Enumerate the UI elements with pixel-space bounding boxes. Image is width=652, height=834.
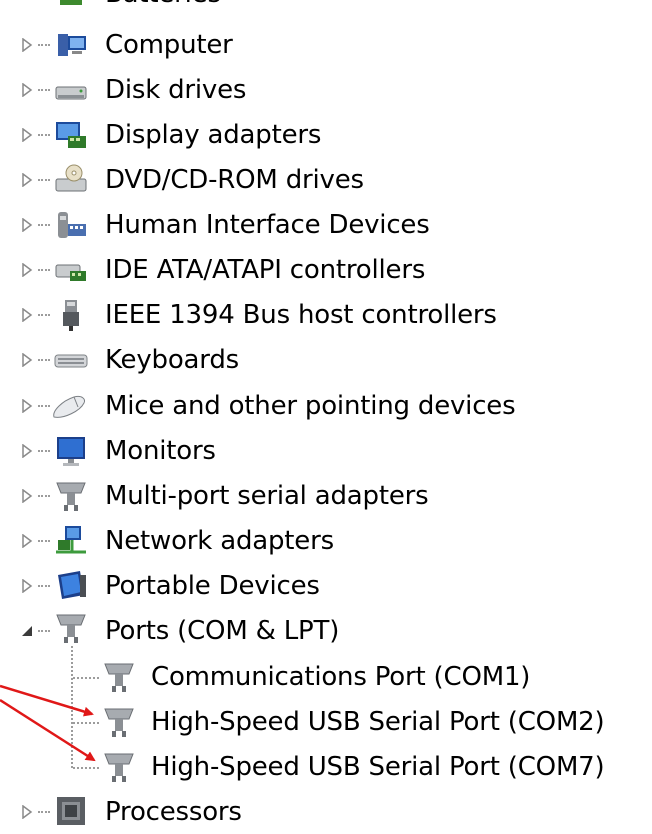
tree-item-dvd-cd-rom-drives[interactable]: DVD/CD-ROM drives	[0, 158, 400, 202]
tree-item-network-adapters[interactable]: Network adapters	[0, 519, 420, 563]
tree-connector	[73, 677, 99, 679]
tree-item-ieee-1394-bus-host-controllers[interactable]: IEEE 1394 Bus host controllers	[0, 293, 520, 337]
tree-connector	[38, 224, 50, 226]
expand-arrow-icon[interactable]	[20, 444, 34, 458]
tree-connector	[38, 44, 50, 46]
tree-item-label: Batteries	[105, 0, 221, 11]
port-icon	[54, 611, 88, 645]
tree-item-portable-devices[interactable]: Portable Devices	[0, 564, 420, 608]
tree-connector	[38, 495, 50, 497]
hid-icon	[54, 208, 88, 242]
portable-device-icon	[54, 569, 88, 603]
tree-item-label: Ports (COM & LPT)	[105, 616, 340, 646]
tree-item-label: Monitors	[105, 436, 216, 466]
expand-arrow-icon[interactable]	[20, 38, 34, 52]
tree-item-display-adapters[interactable]: Display adapters	[0, 113, 400, 157]
tree-item-label: Disk drives	[105, 75, 247, 105]
tree-item-disk-drives[interactable]: Disk drives	[0, 68, 400, 112]
firewire-icon	[54, 298, 88, 332]
tree-connector	[38, 359, 50, 361]
tree-connector	[38, 540, 50, 542]
tree-item-label: High-Speed USB Serial Port (COM7)	[151, 752, 605, 782]
tree-connector	[38, 269, 50, 271]
port-icon	[102, 705, 136, 739]
expand-arrow-icon[interactable]	[20, 579, 34, 593]
tree-item-label: Processors	[105, 797, 242, 827]
port-icon	[102, 660, 136, 694]
computer-icon	[54, 28, 88, 62]
tree-item-multi-port-serial-adapters[interactable]: Multi-port serial adapters	[0, 474, 480, 518]
device-manager-tree: Batteries Computer Disk drives Display a…	[0, 0, 652, 834]
expand-arrow-icon[interactable]	[20, 308, 34, 322]
tree-item-label: Display adapters	[105, 120, 322, 150]
tree-item-label: High-Speed USB Serial Port (COM2)	[151, 707, 605, 737]
expand-arrow-icon[interactable]	[20, 489, 34, 503]
tree-item-label: Keyboards	[105, 345, 239, 375]
tree-connector	[38, 405, 50, 407]
tree-connector	[38, 89, 50, 91]
tree-item-human-interface-devices[interactable]: Human Interface Devices	[0, 203, 460, 247]
tree-connector	[38, 585, 50, 587]
tree-item-label: Mice and other pointing devices	[105, 391, 516, 421]
tree-item-processors[interactable]: Processors	[0, 790, 400, 834]
tree-item-label: IDE ATA/ATAPI controllers	[105, 255, 426, 285]
tree-item-ports-com-lpt[interactable]: Ports (COM & LPT)	[0, 609, 420, 653]
expand-arrow-icon[interactable]	[20, 534, 34, 548]
expand-arrow-icon[interactable]	[20, 128, 34, 142]
tree-item-usb-serial-port-com2[interactable]: High-Speed USB Serial Port (COM2)	[0, 700, 652, 744]
tree-item-label: IEEE 1394 Bus host controllers	[105, 300, 497, 330]
processor-icon	[54, 794, 88, 828]
tree-connector	[38, 314, 50, 316]
tree-item-label: Communications Port (COM1)	[151, 662, 531, 692]
tree-connector	[38, 450, 50, 452]
tree-item-batteries[interactable]: Batteries	[0, 0, 400, 16]
keyboard-icon	[54, 343, 88, 377]
expand-arrow-icon[interactable]	[20, 399, 34, 413]
tree-connector	[38, 630, 50, 632]
expand-arrow-icon[interactable]	[20, 263, 34, 277]
tree-item-label: Human Interface Devices	[105, 210, 430, 240]
display-adapter-icon	[54, 118, 88, 152]
tree-item-mice-and-other-pointing-devices[interactable]: Mice and other pointing devices	[0, 384, 560, 428]
monitor-icon	[54, 434, 88, 468]
tree-item-ide-ata-atapi-controllers[interactable]: IDE ATA/ATAPI controllers	[0, 248, 480, 292]
battery-icon	[54, 0, 88, 11]
serial-port-icon	[54, 479, 88, 513]
tree-connector	[38, 134, 50, 136]
expand-arrow-icon[interactable]	[20, 805, 34, 819]
network-adapter-icon	[54, 524, 88, 558]
mouse-icon	[50, 389, 85, 423]
expand-arrow-icon[interactable]	[20, 83, 34, 97]
expand-arrow-icon[interactable]	[20, 353, 34, 367]
tree-connector	[73, 722, 99, 724]
tree-item-usb-serial-port-com7[interactable]: High-Speed USB Serial Port (COM7)	[0, 745, 652, 789]
tree-item-keyboards[interactable]: Keyboards	[0, 338, 400, 382]
tree-item-label: Network adapters	[105, 526, 334, 556]
expand-arrow-icon[interactable]	[20, 173, 34, 187]
collapse-arrow-icon[interactable]	[20, 624, 34, 638]
disk-drive-icon	[54, 73, 88, 107]
tree-item-computer[interactable]: Computer	[0, 23, 400, 67]
tree-connector	[73, 767, 99, 769]
tree-item-communications-port-com1[interactable]: Communications Port (COM1)	[0, 655, 600, 699]
tree-connector	[38, 811, 50, 813]
tree-item-label: DVD/CD-ROM drives	[105, 165, 364, 195]
tree-item-monitors[interactable]: Monitors	[0, 429, 400, 473]
tree-item-label: Computer	[105, 30, 233, 60]
tree-item-label: Portable Devices	[105, 571, 320, 601]
ide-controller-icon	[54, 253, 88, 287]
dvd-drive-icon	[54, 163, 88, 197]
expand-arrow-icon[interactable]	[20, 218, 34, 232]
port-icon	[102, 750, 136, 784]
tree-connector	[38, 179, 50, 181]
tree-item-label: Multi-port serial adapters	[105, 481, 429, 511]
